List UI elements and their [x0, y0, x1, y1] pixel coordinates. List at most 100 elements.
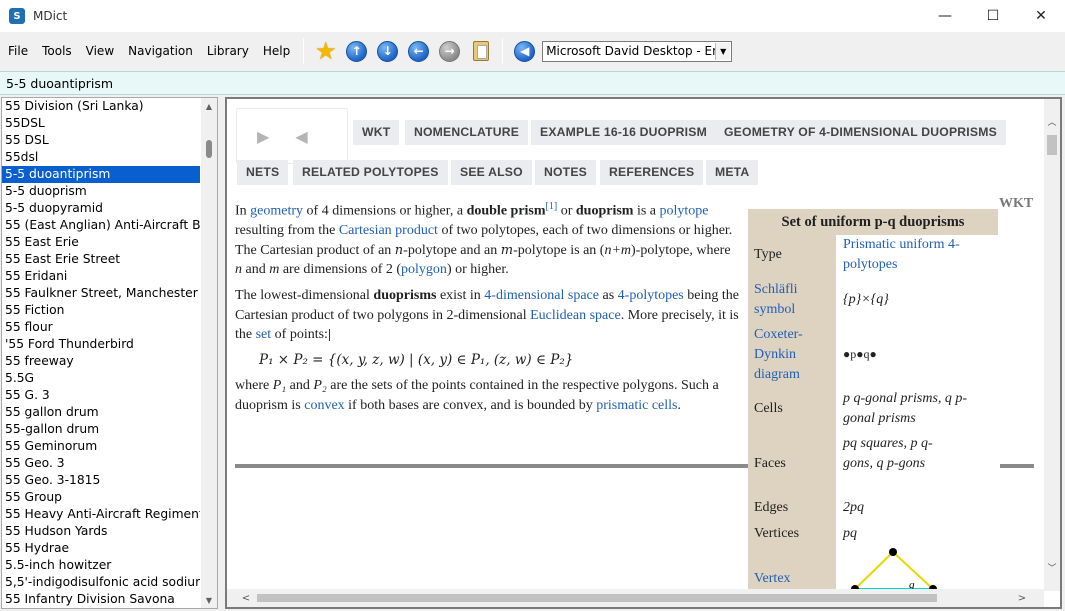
menu-navigation[interactable]: Navigation	[121, 32, 200, 70]
menu-view[interactable]: View	[79, 32, 121, 70]
tab-see-also[interactable]: SEE ALSO	[451, 160, 532, 185]
infobox-label-schlafli[interactable]: Schläfli symbol	[754, 280, 834, 320]
word-list-item[interactable]: 55-gallon drum	[2, 421, 200, 438]
minimize-button[interactable]: —	[921, 0, 969, 32]
tab-wkt[interactable]: WKT	[353, 120, 400, 145]
scroll-up-icon[interactable]: ︿	[1044, 113, 1060, 129]
article-vertical-scrollbar[interactable]: ︿ ﹀	[1044, 99, 1060, 591]
footnote-link[interactable]: [1]	[546, 201, 558, 212]
scroll-down-icon[interactable]: ﹀	[1044, 559, 1060, 575]
article-horizontal-scrollbar[interactable]: < >	[227, 589, 1044, 607]
link-euclidean-space[interactable]: Euclidean space	[530, 308, 621, 323]
word-list-item[interactable]: 55 East Erie Street	[2, 251, 200, 268]
next-entry-button[interactable]: ↓	[376, 39, 400, 63]
tab-notes[interactable]: NOTES	[535, 160, 596, 185]
word-list-item[interactable]: 55 Faulkner Street, Manchester	[2, 285, 200, 302]
word-list-item[interactable]: 55 Hydrae	[2, 540, 200, 557]
tab-example[interactable]: EXAMPLE 16-16 DUOPRISM	[531, 120, 716, 145]
word-list-item[interactable]: 55 (East Anglian) Anti-Aircraft Brigade	[2, 217, 200, 234]
word-list-item[interactable]: 55 Group	[2, 489, 200, 506]
text: are dimensions of 2 (	[279, 262, 402, 278]
tab-meta[interactable]: META	[706, 160, 759, 185]
infobox-value-type[interactable]: Prismatic uniform 4-polytopes	[843, 235, 993, 275]
word-list-scrollbar[interactable]: ▲ ▼	[201, 98, 217, 608]
menu-file[interactable]: File	[1, 32, 35, 70]
nav-back-icon[interactable]: ◀	[295, 127, 307, 146]
word-list-item[interactable]: 55DSL	[2, 115, 200, 132]
infobox-label-vertex-figure[interactable]: Vertex	[754, 569, 791, 589]
tab-related-polytopes[interactable]: RELATED POLYTOPES	[293, 160, 448, 185]
title-bar: S MDict — ☐ ✕	[0, 0, 1065, 32]
nav-forward-icon[interactable]: ▶	[257, 127, 269, 146]
word-list-item[interactable]: 55 freeway	[2, 353, 200, 370]
word-list-item[interactable]: 5-5 duoprism	[2, 183, 200, 200]
scroll-thumb[interactable]	[1047, 135, 1057, 155]
word-list-item[interactable]: 55dsl	[2, 149, 200, 166]
scroll-up-icon[interactable]: ▲	[201, 98, 217, 114]
word-list-item[interactable]: 55 DSL	[2, 132, 200, 149]
search-input[interactable]: 5-5 duoantiprism	[0, 71, 1065, 95]
paragraph-intro: In geometry of 4 dimensions or higher, a…	[235, 197, 739, 280]
mdict-app-icon: S	[9, 8, 25, 24]
close-button[interactable]: ✕	[1017, 0, 1065, 32]
back-button[interactable]: ←	[407, 39, 431, 63]
tab-nets[interactable]: NETS	[237, 160, 289, 185]
scroll-right-icon[interactable]: >	[1013, 589, 1031, 607]
word-list-item[interactable]: 55 G. 3	[2, 387, 200, 404]
scroll-down-icon[interactable]: ▼	[201, 592, 217, 608]
menu-library[interactable]: Library	[200, 32, 256, 70]
word-list-item-selected[interactable]: 5-5 duoantiprism	[2, 166, 200, 183]
link-4-polytopes[interactable]: 4-polytopes	[618, 288, 684, 303]
word-list-item[interactable]: 55 gallon drum	[2, 404, 200, 421]
scroll-left-icon[interactable]: <	[237, 589, 255, 607]
word-list-item[interactable]: 5-5 duopyramid	[2, 200, 200, 217]
clipboard-button[interactable]	[469, 39, 493, 63]
link-geometry[interactable]: geometry	[250, 204, 303, 219]
infobox-label-coxeter[interactable]: Coxeter-Dynkin diagram	[754, 325, 834, 385]
word-list-item[interactable]: '55 Ford Thunderbird	[2, 336, 200, 353]
text: of points:	[271, 327, 328, 343]
word-list-item[interactable]: 55 Eridani	[2, 268, 200, 285]
menu-tools[interactable]: Tools	[35, 32, 79, 70]
word-list-item[interactable]: 5.5-inch howitzer	[2, 557, 200, 574]
text: .	[677, 398, 682, 413]
word-list-item[interactable]: 55 Heavy Anti-Aircraft Regiment RA	[2, 506, 200, 523]
link-prismatic-cells[interactable]: prismatic cells	[596, 398, 677, 413]
arrow-up-icon: ↑	[346, 40, 368, 62]
word-list-item[interactable]: 55 East Erie	[2, 234, 200, 251]
link-convex[interactable]: convex	[304, 398, 344, 413]
link-4-dimensional-space[interactable]: 4-dimensional space	[484, 288, 599, 303]
text: In	[235, 203, 251, 219]
word-list-item[interactable]: 55 flour	[2, 319, 200, 336]
forward-button[interactable]: →	[438, 39, 462, 63]
term-duoprisms: duoprisms	[373, 288, 437, 304]
word-list-item[interactable]: 55 Hudson Yards	[2, 523, 200, 540]
maximize-button[interactable]: ☐	[969, 0, 1017, 32]
arrow-down-icon: ↓	[377, 40, 399, 62]
menu-toolbar: File Tools View Navigation Library Help …	[0, 32, 1065, 70]
speak-button[interactable]: ◀	[513, 39, 537, 63]
word-list-item[interactable]: 5.5G	[2, 370, 200, 387]
word-list-item[interactable]: 55 Geo. 3	[2, 455, 200, 472]
term-duoprism: duoprism	[575, 203, 634, 219]
link-polygon[interactable]: polygon	[401, 262, 447, 277]
word-list-item[interactable]: 55 Fiction	[2, 302, 200, 319]
menu-help[interactable]: Help	[256, 32, 297, 70]
word-list-item[interactable]: 55 Division (Sri Lanka)	[2, 98, 200, 115]
tab-geometry[interactable]: GEOMETRY OF 4-DIMENSIONAL DUOPRISMS	[715, 120, 1006, 145]
link-polytope[interactable]: polytope	[660, 204, 709, 219]
word-list-item[interactable]: 55 Infantry Division Savona	[2, 591, 200, 608]
scroll-thumb[interactable]	[257, 594, 937, 602]
favorite-star-button[interactable]: ★	[314, 39, 338, 63]
voice-select[interactable]: Microsoft David Desktop - Engli ▼	[542, 40, 733, 62]
previous-entry-button[interactable]: ↑	[345, 39, 369, 63]
link-set[interactable]: set	[256, 327, 272, 342]
word-list-item[interactable]: 55 Geminorum	[2, 438, 200, 455]
link-cartesian-product[interactable]: Cartesian product	[339, 223, 438, 238]
scroll-thumb[interactable]	[206, 140, 212, 158]
tab-nomenclature[interactable]: NOMENCLATURE	[405, 120, 529, 145]
tab-references[interactable]: REFERENCES	[600, 160, 704, 185]
word-list-item[interactable]: 55 Geo. 3-1815	[2, 472, 200, 489]
article-body: In geometry of 4 dimensions or higher, a…	[235, 197, 739, 422]
word-list-item[interactable]: 5,5'-indigodisulfonic acid sodium	[2, 574, 200, 591]
